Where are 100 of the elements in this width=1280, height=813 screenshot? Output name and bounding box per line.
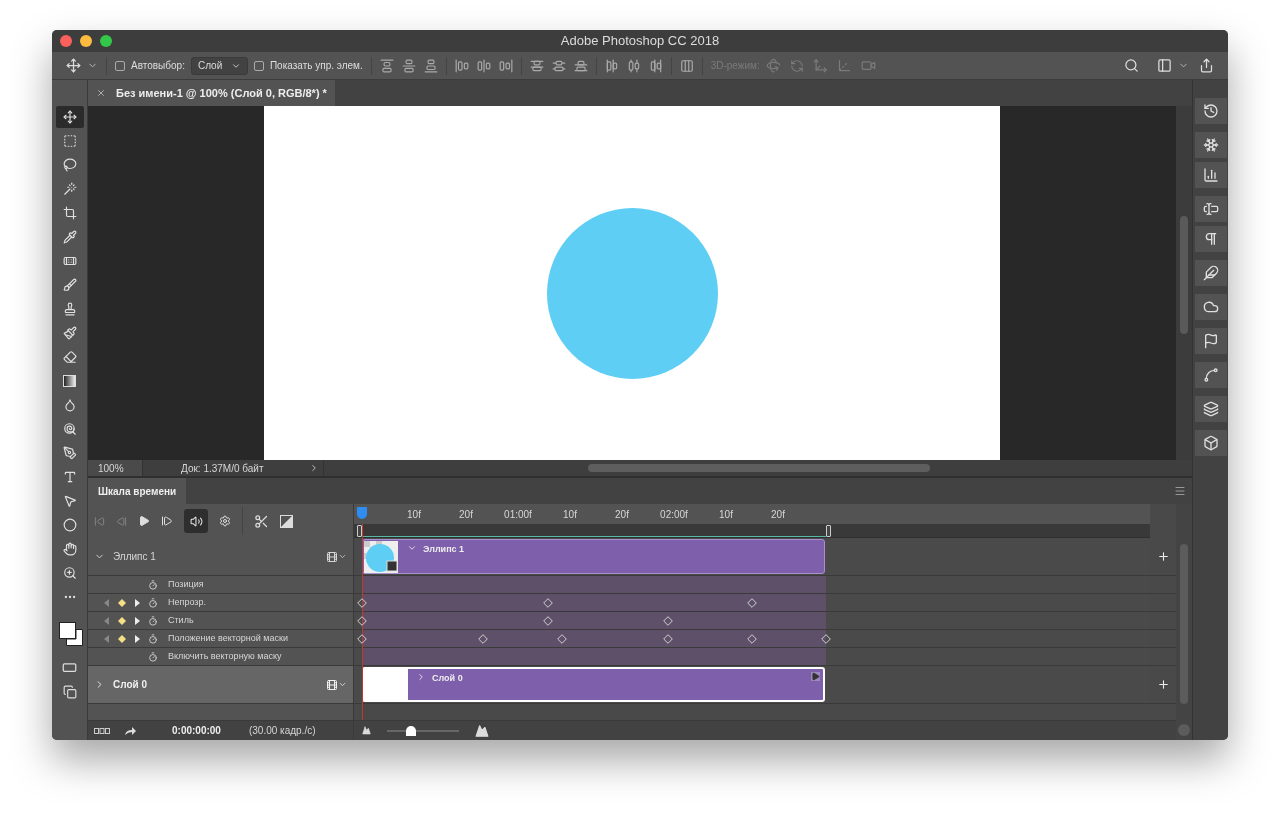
document-tab[interactable]: Без имени-1 @ 100% (Слой 0, RGB/8*) * (88, 80, 335, 106)
scrollbar-thumb[interactable] (1180, 544, 1188, 704)
paths-icon[interactable] (1202, 367, 1219, 383)
gear-icon[interactable] (219, 515, 231, 527)
workspace-icon[interactable] (1157, 58, 1172, 73)
keyframe-icon[interactable] (357, 616, 367, 626)
zoom-slider-thumb[interactable] (406, 725, 417, 736)
chevron-right-icon[interactable] (309, 463, 319, 473)
pipette-icon (62, 230, 77, 244)
background-swatch[interactable] (65, 629, 83, 646)
keyframe-icon[interactable] (477, 634, 488, 644)
scissors-icon[interactable] (254, 513, 269, 529)
distribute-right-icon[interactable] (648, 58, 663, 73)
cloud-icon[interactable] (1202, 299, 1219, 315)
layer-clip[interactable]: Слой 0 (362, 667, 825, 702)
stopwatch-icon[interactable] (148, 615, 158, 626)
timeline-tab[interactable]: Шкала времени (88, 478, 187, 504)
chevron-down-icon[interactable] (407, 543, 417, 553)
align-bottom-icon[interactable] (423, 58, 438, 73)
scrollbar-thumb[interactable] (1180, 216, 1188, 334)
keyframe-icon[interactable] (357, 598, 367, 608)
stopwatch-icon[interactable] (148, 651, 158, 662)
convert-arrow-icon[interactable] (124, 725, 136, 736)
play-icon[interactable] (811, 672, 820, 681)
scrollbar-thumb[interactable] (588, 464, 930, 472)
zoom-level[interactable]: 100% (88, 460, 143, 476)
align-top-icon[interactable] (379, 58, 394, 73)
search-icon[interactable] (1124, 58, 1139, 73)
flag-icon[interactable] (1202, 333, 1219, 349)
cube-icon[interactable] (1202, 435, 1219, 451)
work-area-end-handle[interactable] (826, 525, 831, 537)
add-icon[interactable] (1156, 550, 1170, 563)
zoom-in-icon[interactable] (475, 723, 489, 738)
add-icon[interactable] (1156, 678, 1170, 691)
close-button[interactable] (60, 35, 72, 47)
playhead-handle[interactable] (357, 507, 367, 519)
audio-button[interactable] (184, 509, 208, 533)
stopwatch-icon[interactable] (148, 633, 158, 644)
character-icon[interactable] (1202, 201, 1219, 217)
keyframe-icon[interactable] (556, 634, 567, 644)
transition-icon[interactable] (280, 514, 293, 528)
keyframe-icon[interactable] (357, 634, 367, 644)
align-middle-icon[interactable] (401, 58, 416, 73)
layer-row[interactable]: Слой 0 (88, 666, 354, 703)
foreground-swatch[interactable] (58, 622, 76, 639)
property-row[interactable]: Стиль (88, 612, 354, 629)
snowflake-icon[interactable] (1202, 137, 1219, 153)
layers-icon[interactable] (1202, 401, 1219, 417)
move-icon[interactable] (66, 58, 81, 73)
work-area-start-handle[interactable] (357, 525, 362, 537)
film-icon[interactable] (326, 550, 338, 563)
keyframe-icon[interactable] (821, 634, 831, 644)
feather-icon[interactable] (1202, 265, 1219, 281)
stopwatch-icon[interactable] (148, 597, 158, 608)
caret-icon[interactable] (338, 680, 347, 689)
caret-icon[interactable] (338, 552, 347, 561)
property-row[interactable]: Положение векторной маски (88, 630, 354, 647)
distribute-bottom-icon[interactable] (573, 58, 588, 73)
align-center-icon[interactable] (476, 58, 491, 73)
keyframe-icon[interactable] (542, 616, 553, 626)
next-frame-icon[interactable] (161, 515, 173, 527)
close-icon[interactable] (96, 88, 106, 98)
property-row[interactable]: Включить векторную маску (88, 648, 354, 665)
minimize-button[interactable] (80, 35, 92, 47)
checkbox[interactable] (115, 60, 125, 71)
checkbox[interactable] (253, 60, 264, 71)
histogram-icon[interactable] (1202, 167, 1219, 183)
distribute-middle-icon[interactable] (551, 58, 566, 73)
distribute-left-icon[interactable] (604, 58, 619, 73)
layer-clip[interactable]: Эллипс 1 (362, 539, 825, 574)
layer-name: Слой 0 (113, 678, 148, 692)
distribute-center-icon[interactable] (626, 58, 641, 73)
tool-button[interactable] (55, 106, 84, 128)
frames-icon[interactable] (94, 727, 110, 734)
align-right-icon[interactable] (498, 58, 513, 73)
keyframe-icon[interactable] (663, 616, 674, 626)
zoom-out-icon[interactable] (362, 726, 371, 735)
hand-icon (62, 542, 77, 556)
history-icon[interactable] (1202, 103, 1219, 119)
distribute-top-icon[interactable] (529, 58, 544, 73)
resize-handle[interactable] (1178, 724, 1190, 736)
menu-icon[interactable] (1174, 485, 1186, 497)
share-icon[interactable] (1199, 58, 1214, 73)
chevron-right-icon[interactable] (416, 672, 426, 682)
property-row[interactable]: Непрозр. (88, 594, 354, 611)
layer-select[interactable]: Слой (190, 56, 248, 75)
quick-mask-icon[interactable] (62, 660, 77, 675)
stopwatch-icon[interactable] (148, 579, 158, 590)
keyframe-icon[interactable] (542, 598, 553, 608)
property-row[interactable]: Позиция (88, 576, 354, 593)
play-icon[interactable] (138, 515, 150, 527)
align-left-icon[interactable] (454, 58, 469, 73)
keyframe-icon[interactable] (746, 598, 757, 608)
keyframe-icon[interactable] (746, 634, 757, 644)
layer-row[interactable]: Эллипс 1 (88, 538, 354, 575)
zoom-button[interactable] (100, 35, 112, 47)
screen-mode-icon[interactable] (62, 685, 77, 699)
keyframe-icon[interactable] (663, 634, 674, 644)
auto-align-icon[interactable] (679, 58, 694, 73)
pen-icon (62, 446, 77, 460)
